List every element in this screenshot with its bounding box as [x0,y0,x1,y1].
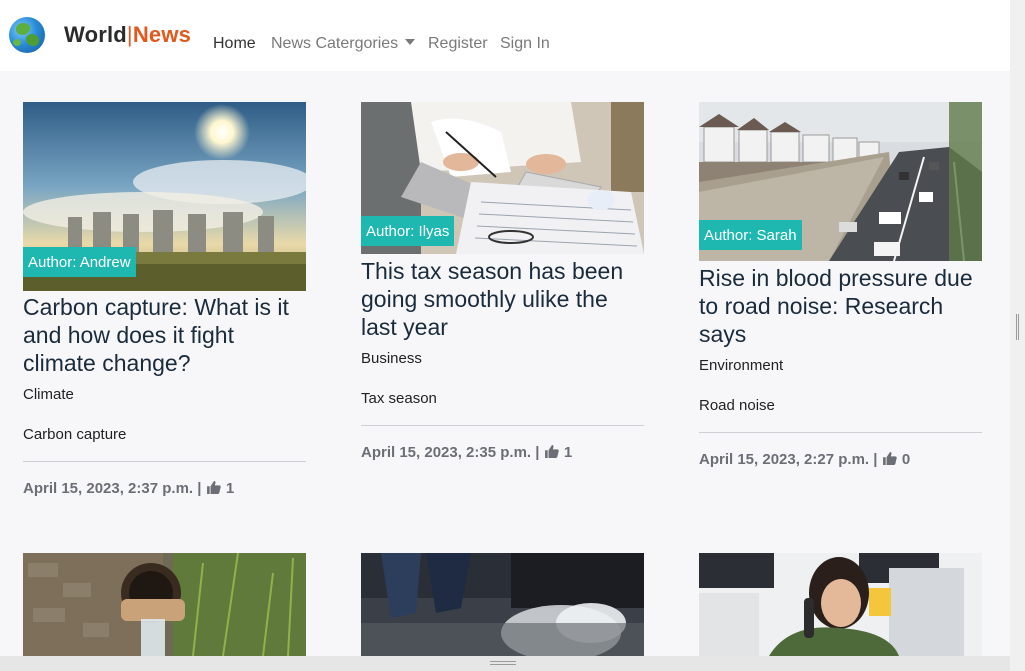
author-badge: Author: Sarah [699,220,802,250]
article-card[interactable]: Author: Sarah Rise in blood pressure due… [699,102,982,522]
author-badge: Author: Andrew [23,247,136,277]
article-date: April 15, 2023, 2:27 p.m. [699,451,870,468]
article-card[interactable]: Author: Ilyas This tax season has been g… [361,102,644,522]
thumbs-up-icon[interactable] [882,452,897,465]
divider [23,461,306,462]
article-image-pipe[interactable] [23,553,306,656]
article-meta: April 15, 2023, 2:35 p.m. | 1 [361,444,572,461]
nav-register[interactable]: Register [428,35,488,53]
nav-signin[interactable]: Sign In [500,35,550,53]
thumbs-up-icon[interactable] [206,481,221,494]
brand-logo[interactable]: World|News [64,22,191,48]
article-tag[interactable]: Carbon capture [23,426,126,443]
navbar: World|News Home News Catergories Registe… [0,0,1010,71]
article-title[interactable]: This tax season has been going smoothly … [361,257,644,341]
nav-categories-dropdown[interactable]: News Catergories [271,35,416,53]
article-meta: April 15, 2023, 2:27 p.m. | 0 [699,451,910,468]
divider [699,432,982,433]
article-tag[interactable]: Tax season [361,390,437,407]
article-date: April 15, 2023, 2:37 p.m. [23,480,194,497]
article-meta: April 15, 2023, 2:37 p.m. | 1 [23,480,234,497]
brand-part1: World [64,22,127,47]
chevron-down-icon [405,39,416,45]
article-title[interactable]: Carbon capture: What is it and how does … [23,293,306,377]
thumbs-up-icon[interactable] [544,445,559,458]
article-category[interactable]: Climate [23,386,74,403]
nav-home[interactable]: Home [213,35,256,53]
like-count: 1 [563,444,573,461]
horizontal-scrollbar-grip[interactable] [490,661,516,665]
article-category[interactable]: Environment [699,357,783,374]
nav-categories-label: News Catergories [271,35,399,52]
article-image-exhaust[interactable] [361,553,644,656]
article-card[interactable]: Author: Andrew Carbon capture: What is i… [23,102,306,522]
globe-icon[interactable] [9,17,45,53]
article-title[interactable]: Rise in blood pressure due to road noise… [699,264,982,348]
article-tag[interactable]: Road noise [699,397,775,414]
like-count: 0 [901,451,911,468]
article-category[interactable]: Business [361,350,422,367]
scrollbar-corner [1010,656,1025,671]
meta-separator: | [197,480,202,497]
vertical-scrollbar-grip[interactable] [1016,314,1019,340]
brand-part2: News [132,22,192,47]
article-date: April 15, 2023, 2:35 p.m. [361,444,532,461]
article-image-office-woman[interactable] [699,553,982,656]
meta-separator: | [873,451,878,468]
meta-separator: | [535,444,540,461]
like-count: 1 [225,480,235,497]
author-badge: Author: Ilyas [361,216,455,246]
divider [361,425,644,426]
